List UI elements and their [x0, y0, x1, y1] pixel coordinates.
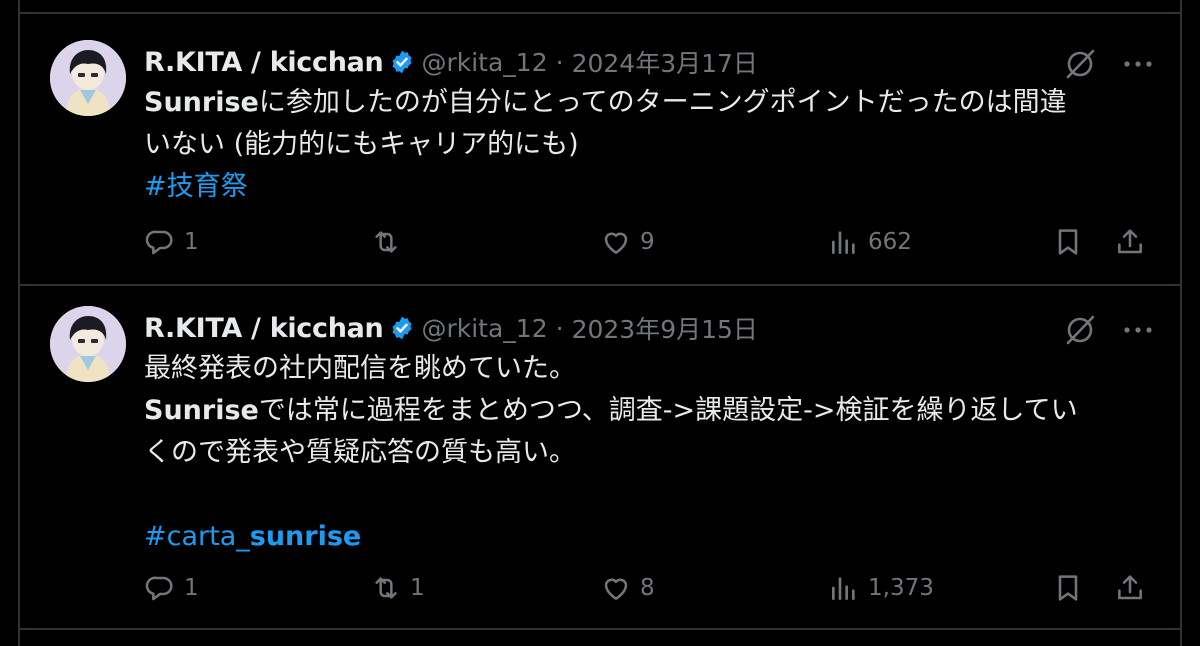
avatar-illustration: [50, 306, 126, 382]
tweet-header-actions: [1058, 310, 1160, 350]
verified-badge-icon[interactable]: [389, 315, 415, 341]
like-button[interactable]: 9: [600, 222, 655, 262]
display-name[interactable]: R.KITA / kicchan: [144, 47, 384, 78]
tweet-text-bold: Sunrise: [144, 87, 259, 118]
views-button[interactable]: 1,373: [828, 568, 934, 608]
display-name[interactable]: R.KITA / kicchan: [144, 313, 384, 344]
tweet-text-line: Sunriseに参加したのが自分にとってのターニングポイントだったのは間違: [144, 82, 1140, 124]
reply-icon: [145, 576, 173, 601]
views-icon: [832, 577, 855, 600]
hashtag-link[interactable]: #carta_sunrise: [144, 516, 1140, 558]
views-icon: [832, 231, 855, 254]
grok-icon[interactable]: [1058, 310, 1102, 350]
retweet-button[interactable]: 1: [370, 568, 425, 608]
tweet-text: 最終発表の社内配信を眺めていた。 Sunriseでは常に過程をまとめつつ、調査-…: [144, 348, 1140, 558]
separator-dot: ·: [555, 47, 564, 77]
reply-icon: [145, 230, 173, 255]
share-button[interactable]: [1114, 222, 1146, 262]
tweet-text-segment: では常に過程をまとめつつ、調査->課題設定->検証を繰り返してい: [258, 395, 1078, 426]
bookmark-button[interactable]: [1052, 222, 1084, 262]
more-icon[interactable]: [1116, 310, 1160, 350]
hashtag-link[interactable]: #技育祭: [144, 166, 1140, 208]
like-count: 9: [640, 229, 655, 255]
tweet[interactable]: R.KITA / kicchan @rkita_12 · 2024年3月17日 …: [20, 40, 1180, 276]
tweet-text-line: いない (能力的にもキャリア的にも): [144, 129, 579, 160]
timestamp[interactable]: 2023年9月15日: [572, 310, 758, 346]
avatar[interactable]: [50, 40, 126, 116]
reply-button[interactable]: 1: [144, 568, 199, 608]
hashtag-prefix: #carta_: [144, 521, 250, 552]
reply-button[interactable]: 1: [144, 222, 199, 262]
more-icon[interactable]: [1116, 44, 1160, 84]
tweet-header: R.KITA / kicchan @rkita_12 · 2024年3月17日: [144, 44, 1050, 80]
tweet-text-bold: Sunrise: [144, 395, 259, 426]
timeline-right-border: [1180, 0, 1182, 646]
like-icon: [604, 232, 628, 254]
retweet-button[interactable]: [370, 222, 410, 262]
divider: [18, 12, 1182, 14]
retweet-count: 1: [410, 575, 425, 601]
tweet[interactable]: R.KITA / kicchan @rkita_12 · 2023年9月15日 …: [20, 306, 1180, 622]
view-count: 662: [868, 229, 912, 255]
reply-count: 1: [184, 575, 199, 601]
divider: [18, 284, 1182, 286]
divider: [18, 628, 1182, 630]
views-button[interactable]: 662: [828, 222, 912, 262]
tweet-text-segment: に参加したのが自分にとってのターニングポイントだったのは間違: [258, 87, 1067, 118]
like-icon: [604, 578, 628, 600]
avatar-illustration: [50, 40, 126, 116]
handle[interactable]: @rkita_12: [421, 314, 547, 343]
reply-count: 1: [184, 229, 199, 255]
like-button[interactable]: 8: [600, 568, 655, 608]
share-icon: [1118, 575, 1142, 600]
tweet-actions: 1 1 8 1,373: [144, 568, 1142, 608]
timestamp[interactable]: 2024年3月17日: [572, 44, 758, 80]
grok-icon[interactable]: [1058, 44, 1102, 84]
share-icon: [1118, 229, 1142, 254]
tweet-text-line: Sunriseでは常に過程をまとめつつ、調査->課題設定->検証を繰り返してい: [144, 390, 1140, 432]
tweet-text: Sunriseに参加したのが自分にとってのターニングポイントだったのは間違 いな…: [144, 82, 1140, 208]
handle[interactable]: @rkita_12: [421, 48, 547, 77]
tweet-actions: 1 9 662: [144, 222, 1142, 262]
hashtag-bold: sunrise: [249, 521, 362, 552]
tweet-header-actions: [1058, 44, 1160, 84]
bookmark-icon: [1058, 575, 1078, 601]
like-count: 8: [640, 575, 655, 601]
retweet-icon: [375, 577, 397, 599]
retweet-icon: [375, 231, 397, 253]
avatar[interactable]: [50, 306, 126, 382]
separator-dot: ·: [555, 313, 564, 343]
verified-badge-icon[interactable]: [389, 49, 415, 75]
bookmark-icon: [1058, 229, 1078, 255]
bookmark-button[interactable]: [1052, 568, 1084, 608]
view-count: 1,373: [868, 575, 934, 601]
tweet-text-line: くので発表や質疑応答の質も高い。: [144, 437, 576, 468]
share-button[interactable]: [1114, 568, 1146, 608]
tweet-header: R.KITA / kicchan @rkita_12 · 2023年9月15日: [144, 310, 1050, 346]
tweet-text-line: 最終発表の社内配信を眺めていた。: [144, 353, 576, 384]
